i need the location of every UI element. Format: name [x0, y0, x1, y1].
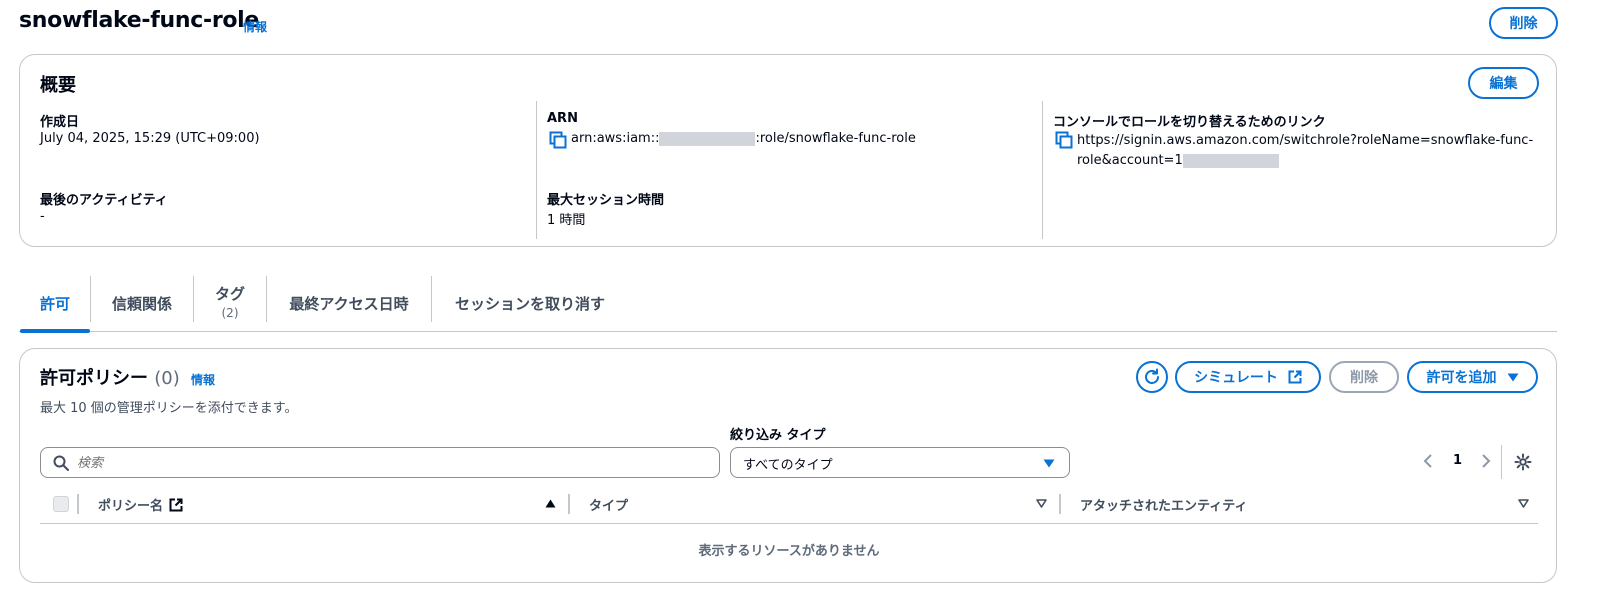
- redacted-account-id: [1182, 153, 1279, 168]
- max-session-value: 1 時間: [547, 213, 586, 228]
- arn-label: ARN: [547, 111, 578, 126]
- edit-button[interactable]: 編集: [1468, 67, 1539, 99]
- switch-link-label: コンソールでロールを切り替えるためのリンク: [1053, 115, 1326, 130]
- sort-descending-icon[interactable]: [1518, 499, 1529, 508]
- copy-icon[interactable]: [549, 131, 567, 149]
- caret-down-icon: [1507, 373, 1518, 381]
- tab-label: タグ: [214, 284, 245, 303]
- switch-link-line1: https://signin.aws.amazon.com/switchrole…: [1077, 133, 1534, 148]
- max-session-label: 最大セッション時間: [547, 193, 665, 208]
- delete-policy-button[interactable]: 削除: [1329, 361, 1399, 393]
- switch-link-line2: role&account=: [1077, 153, 1175, 168]
- type-filter-select[interactable]: すべてのタイプ: [730, 447, 1070, 478]
- column-divider: [1059, 494, 1061, 514]
- filter-type-label: 絞り込み タイプ: [730, 428, 826, 443]
- arn-suffix: :role/snowflake-func-role: [755, 131, 916, 146]
- simulate-button[interactable]: シミュレート: [1175, 361, 1321, 393]
- chevron-left-icon[interactable]: [1422, 453, 1434, 469]
- tab-label: 許可: [39, 294, 70, 313]
- column-divider: [77, 494, 79, 514]
- tab-label: セッションを取り消す: [454, 294, 605, 313]
- empty-table-message: 表示するリソースがありません: [698, 544, 880, 559]
- tab-label: 信頼関係: [111, 294, 172, 313]
- chevron-right-icon[interactable]: [1480, 453, 1492, 469]
- tab-label: 最終アクセス日時: [289, 294, 409, 313]
- tab-bar: 許可 信頼関係 タグ (2) 最終アクセス日時 セッションを取り消す: [19, 274, 1557, 333]
- sort-descending-icon[interactable]: [1036, 499, 1047, 508]
- page-header: snowflake-func-role 情報: [19, 8, 1606, 42]
- summary-column-switch-link: コンソールでロールを切り替えるためのリンク https://signin.aws…: [1042, 101, 1542, 239]
- column-type[interactable]: タイプ: [589, 495, 628, 514]
- last-activity-label: 最後のアクティビティ: [40, 193, 168, 208]
- external-link-icon: [169, 498, 183, 511]
- permission-policies-panel: 許可ポリシー (0) 情報 最大 10 個の管理ポリシーを添付できます。 シミュ…: [19, 348, 1557, 583]
- type-filter-value: すべてのタイプ: [743, 458, 833, 473]
- add-permissions-label: 許可を追加: [1426, 370, 1497, 386]
- title-info-link[interactable]: 情報: [243, 18, 267, 35]
- search-icon: [53, 455, 69, 471]
- policies-title: 許可ポリシー (0): [40, 364, 180, 390]
- refresh-button[interactable]: [1136, 361, 1168, 393]
- summary-panel: 概要 編集 作成日 July 04, 2025, 15:29 (UTC+09:0…: [19, 54, 1557, 247]
- policies-description: 最大 10 個の管理ポリシーを添付できます。: [40, 401, 298, 416]
- refresh-icon: [1145, 368, 1159, 384]
- caret-down-icon: [1043, 459, 1055, 468]
- search-input[interactable]: [77, 453, 707, 473]
- copy-icon[interactable]: [1055, 131, 1073, 149]
- search-field: [40, 447, 720, 478]
- policies-title-text: 許可ポリシー: [40, 368, 148, 389]
- last-activity-value: -: [40, 209, 45, 224]
- simulate-label: シミュレート: [1194, 370, 1278, 386]
- external-link-icon: [1288, 370, 1302, 384]
- redacted-account-id: [659, 131, 756, 146]
- add-permissions-button[interactable]: 許可を追加: [1407, 361, 1538, 393]
- tab-revoke-sessions[interactable]: セッションを取り消す: [432, 274, 628, 332]
- summary-column-arn: ARN arn:aws:iam:::role/snowflake-func-ro…: [536, 101, 1042, 239]
- page-number[interactable]: 1: [1453, 453, 1462, 468]
- tab-tags-count: (2): [221, 305, 239, 320]
- summary-title: 概要: [40, 75, 76, 96]
- switch-link-value: https://signin.aws.amazon.com/switchrole…: [1077, 131, 1537, 171]
- arn-value: arn:aws:iam:::role/snowflake-func-role: [571, 131, 916, 146]
- created-value: July 04, 2025, 15:29 (UTC+09:00): [40, 131, 260, 146]
- column-policy-name[interactable]: ポリシー名: [98, 495, 183, 514]
- select-all-checkbox[interactable]: [53, 496, 69, 512]
- column-policy-name-label: ポリシー名: [98, 499, 164, 514]
- created-label: 作成日: [40, 115, 80, 130]
- page-title: snowflake-func-role: [19, 8, 260, 33]
- pager-divider: [1501, 445, 1502, 479]
- tab-permissions[interactable]: 許可: [20, 274, 90, 333]
- tab-tags[interactable]: タグ (2): [194, 274, 266, 332]
- tab-last-accessed[interactable]: 最終アクセス日時: [267, 274, 431, 332]
- sort-ascending-icon[interactable]: [545, 499, 556, 508]
- gear-icon[interactable]: [1514, 453, 1532, 471]
- policies-count: (0): [154, 368, 180, 389]
- switch-link-line2-tail: 1: [1174, 153, 1183, 168]
- column-attached-entities[interactable]: アタッチされたエンティティ: [1080, 495, 1247, 514]
- arn-prefix: arn:aws:iam::: [571, 131, 660, 146]
- delete-role-button[interactable]: 削除: [1489, 7, 1558, 39]
- column-divider: [568, 494, 570, 514]
- policies-table-header: ポリシー名 タイプ アタッチされたエンティティ: [40, 489, 1538, 524]
- switch-link-line2-row: role&account=1: [1077, 151, 1537, 171]
- summary-column-created: 作成日 July 04, 2025, 15:29 (UTC+09:00) 最後の…: [40, 101, 536, 239]
- policies-info-link[interactable]: 情報: [191, 371, 215, 388]
- tab-trust-relationships[interactable]: 信頼関係: [91, 274, 193, 332]
